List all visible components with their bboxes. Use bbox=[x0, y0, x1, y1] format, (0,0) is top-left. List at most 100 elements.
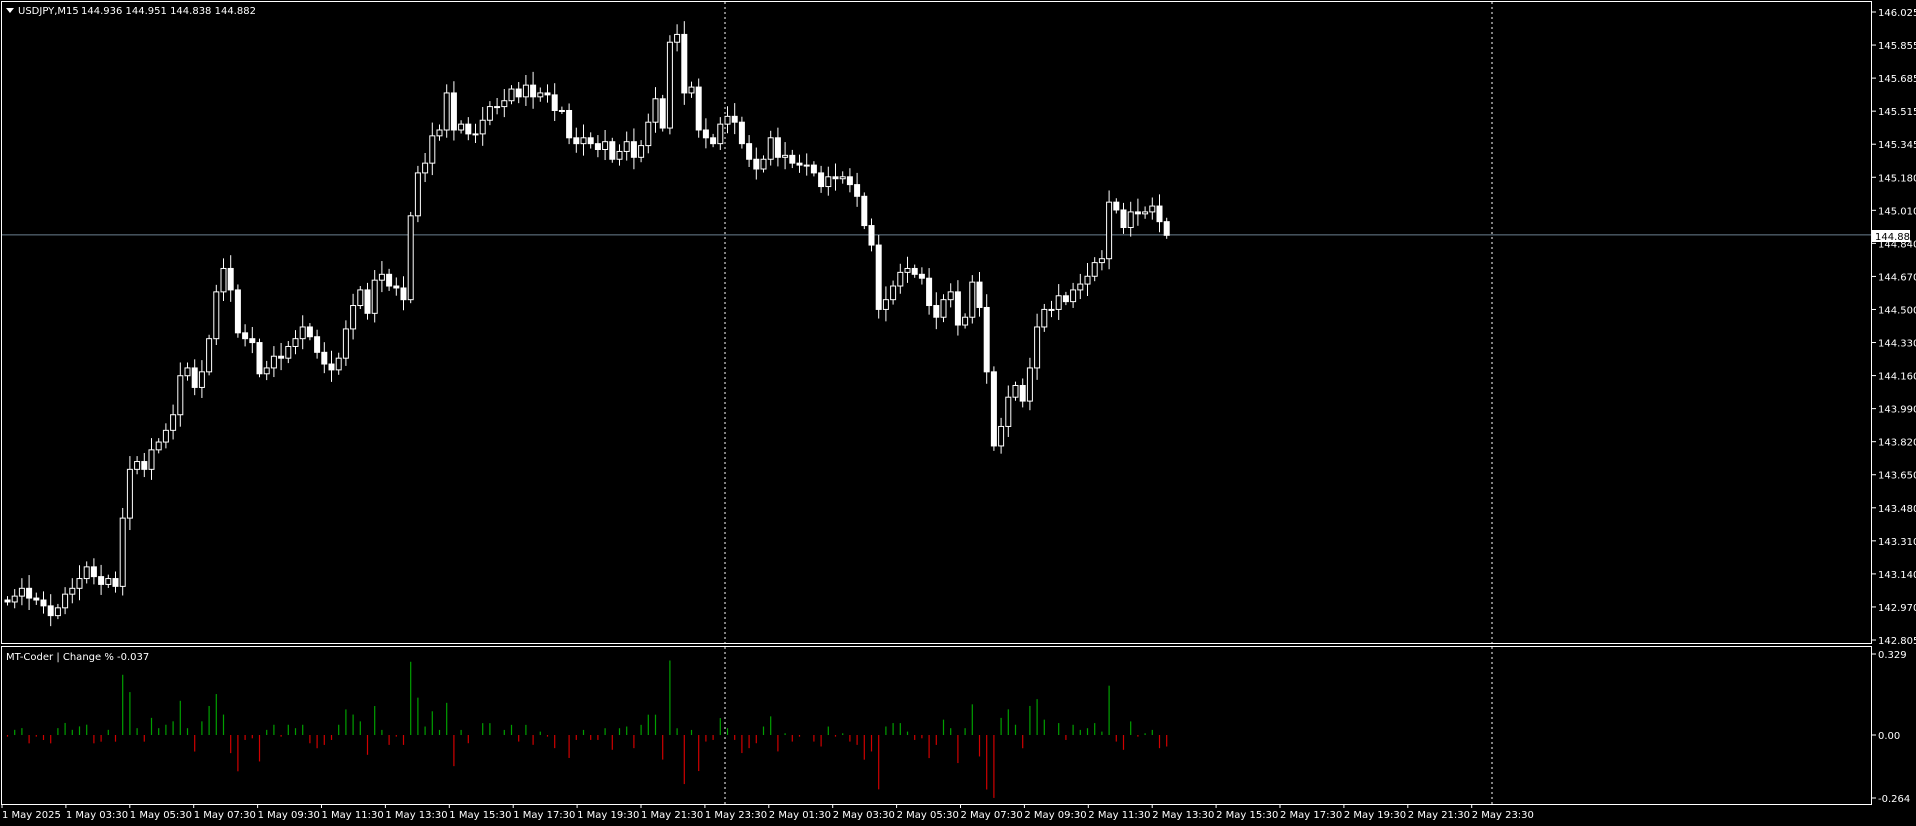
candle-body bbox=[1055, 295, 1062, 310]
candle-body bbox=[450, 92, 457, 131]
candle-body bbox=[645, 121, 652, 147]
candle-body bbox=[1156, 205, 1163, 223]
candle-body bbox=[26, 587, 33, 599]
price-axis-label: 144.670 bbox=[1878, 272, 1916, 283]
candle-body bbox=[263, 367, 270, 375]
candle-body bbox=[328, 363, 335, 371]
candle-body bbox=[724, 115, 731, 125]
candle-body bbox=[40, 599, 47, 607]
time-axis-label: 1 May 2025 bbox=[2, 810, 61, 821]
candle bbox=[875, 234, 882, 319]
candle-body bbox=[1070, 289, 1077, 303]
time-axis-label: 2 May 01:30 bbox=[769, 810, 831, 821]
candle-body bbox=[551, 94, 558, 111]
price-axis-label: 145.855 bbox=[1878, 41, 1916, 52]
price-axis-label: 146.025 bbox=[1878, 8, 1916, 19]
candle-body bbox=[573, 137, 580, 145]
time-axis-label: 2 May 23:30 bbox=[1472, 810, 1534, 821]
candle-body bbox=[1149, 205, 1156, 213]
candle-body bbox=[983, 306, 990, 373]
time-axis-label: 1 May 19:30 bbox=[577, 810, 639, 821]
candle-body bbox=[710, 137, 717, 145]
indicator-axis-label: -0.264 bbox=[1878, 794, 1910, 805]
candle-body bbox=[458, 123, 465, 131]
time-axis-label: 1 May 11:30 bbox=[322, 810, 384, 821]
price-axis-label: 143.310 bbox=[1878, 537, 1916, 548]
candle-body bbox=[666, 41, 673, 129]
candle-body bbox=[587, 137, 594, 145]
candle-body bbox=[976, 281, 983, 308]
candle bbox=[213, 284, 220, 345]
candle-body bbox=[846, 176, 853, 186]
candle-body bbox=[962, 316, 969, 326]
candle-body bbox=[1062, 295, 1069, 303]
candle bbox=[407, 211, 414, 304]
candle-body bbox=[256, 342, 263, 375]
candle-body bbox=[818, 172, 825, 188]
candle-body bbox=[278, 355, 285, 359]
candle bbox=[990, 366, 997, 451]
time-axis-label: 1 May 07:30 bbox=[194, 810, 256, 821]
candle-body bbox=[249, 338, 256, 344]
candle-body bbox=[522, 84, 529, 98]
price-axis-label: 143.990 bbox=[1878, 405, 1916, 416]
time-axis-label: 2 May 17:30 bbox=[1280, 810, 1342, 821]
candle-body bbox=[198, 371, 205, 388]
indicator-axis-label: 0.329 bbox=[1878, 650, 1907, 661]
candle-body bbox=[882, 299, 889, 310]
candle-body bbox=[292, 338, 299, 347]
candle-body bbox=[782, 154, 789, 158]
candle-body bbox=[695, 86, 702, 131]
candle-body bbox=[342, 328, 349, 359]
time-axis-label: 2 May 19:30 bbox=[1344, 810, 1406, 821]
candle-body bbox=[321, 351, 328, 365]
candle-body bbox=[33, 597, 40, 601]
candle-body bbox=[738, 121, 745, 145]
candle-body bbox=[810, 164, 817, 174]
candle-body bbox=[378, 273, 385, 281]
symbol-label: USDJPY,M15 bbox=[18, 6, 79, 17]
candle-body bbox=[868, 225, 875, 246]
time-axis-label: 1 May 17:30 bbox=[513, 810, 575, 821]
candle-body bbox=[90, 566, 97, 578]
ohlc-label: 144.936 144.951 144.838 144.882 bbox=[81, 6, 256, 17]
trading-chart[interactable]: 146.025 145.855 145.685 145.515 145.345 145.1… bbox=[0, 0, 1916, 826]
candle-body bbox=[11, 595, 18, 603]
candle-body bbox=[299, 326, 306, 340]
candle-body bbox=[112, 578, 119, 587]
candle-body bbox=[998, 425, 1005, 447]
candle-body bbox=[472, 133, 479, 136]
candle-body bbox=[875, 244, 882, 310]
candle-body bbox=[566, 109, 573, 139]
candle-body bbox=[1120, 209, 1127, 229]
candle-body bbox=[753, 158, 760, 170]
candle-body bbox=[933, 305, 940, 318]
time-axis-label: 1 May 21:30 bbox=[641, 810, 703, 821]
candle-body bbox=[436, 129, 443, 137]
candle-body bbox=[1019, 384, 1026, 402]
price-axis-label: 143.650 bbox=[1878, 471, 1916, 482]
price-axis-label: 145.180 bbox=[1878, 173, 1916, 184]
candle-body bbox=[1163, 221, 1170, 236]
candle-body bbox=[839, 176, 846, 180]
candle-body bbox=[76, 578, 83, 589]
candle-body bbox=[1048, 308, 1055, 311]
candle bbox=[414, 165, 421, 223]
time-axis-label: 2 May 21:30 bbox=[1408, 810, 1470, 821]
candle-body bbox=[227, 267, 234, 291]
price-axis-label: 145.345 bbox=[1878, 140, 1916, 151]
candle-body bbox=[18, 587, 25, 597]
candle-body bbox=[350, 305, 357, 330]
candle-body bbox=[659, 98, 666, 129]
candle-body bbox=[674, 33, 681, 43]
candle-body bbox=[832, 176, 839, 180]
candle-body bbox=[616, 150, 623, 160]
time-axis-label: 2 May 15:30 bbox=[1216, 810, 1278, 821]
candle-body bbox=[486, 106, 493, 121]
candle-body bbox=[429, 135, 436, 164]
candle-body bbox=[580, 137, 587, 145]
time-axis-label: 2 May 11:30 bbox=[1088, 810, 1150, 821]
price-axis-label: 143.140 bbox=[1878, 570, 1916, 581]
candle-body bbox=[947, 291, 954, 301]
candle-body bbox=[954, 291, 961, 326]
